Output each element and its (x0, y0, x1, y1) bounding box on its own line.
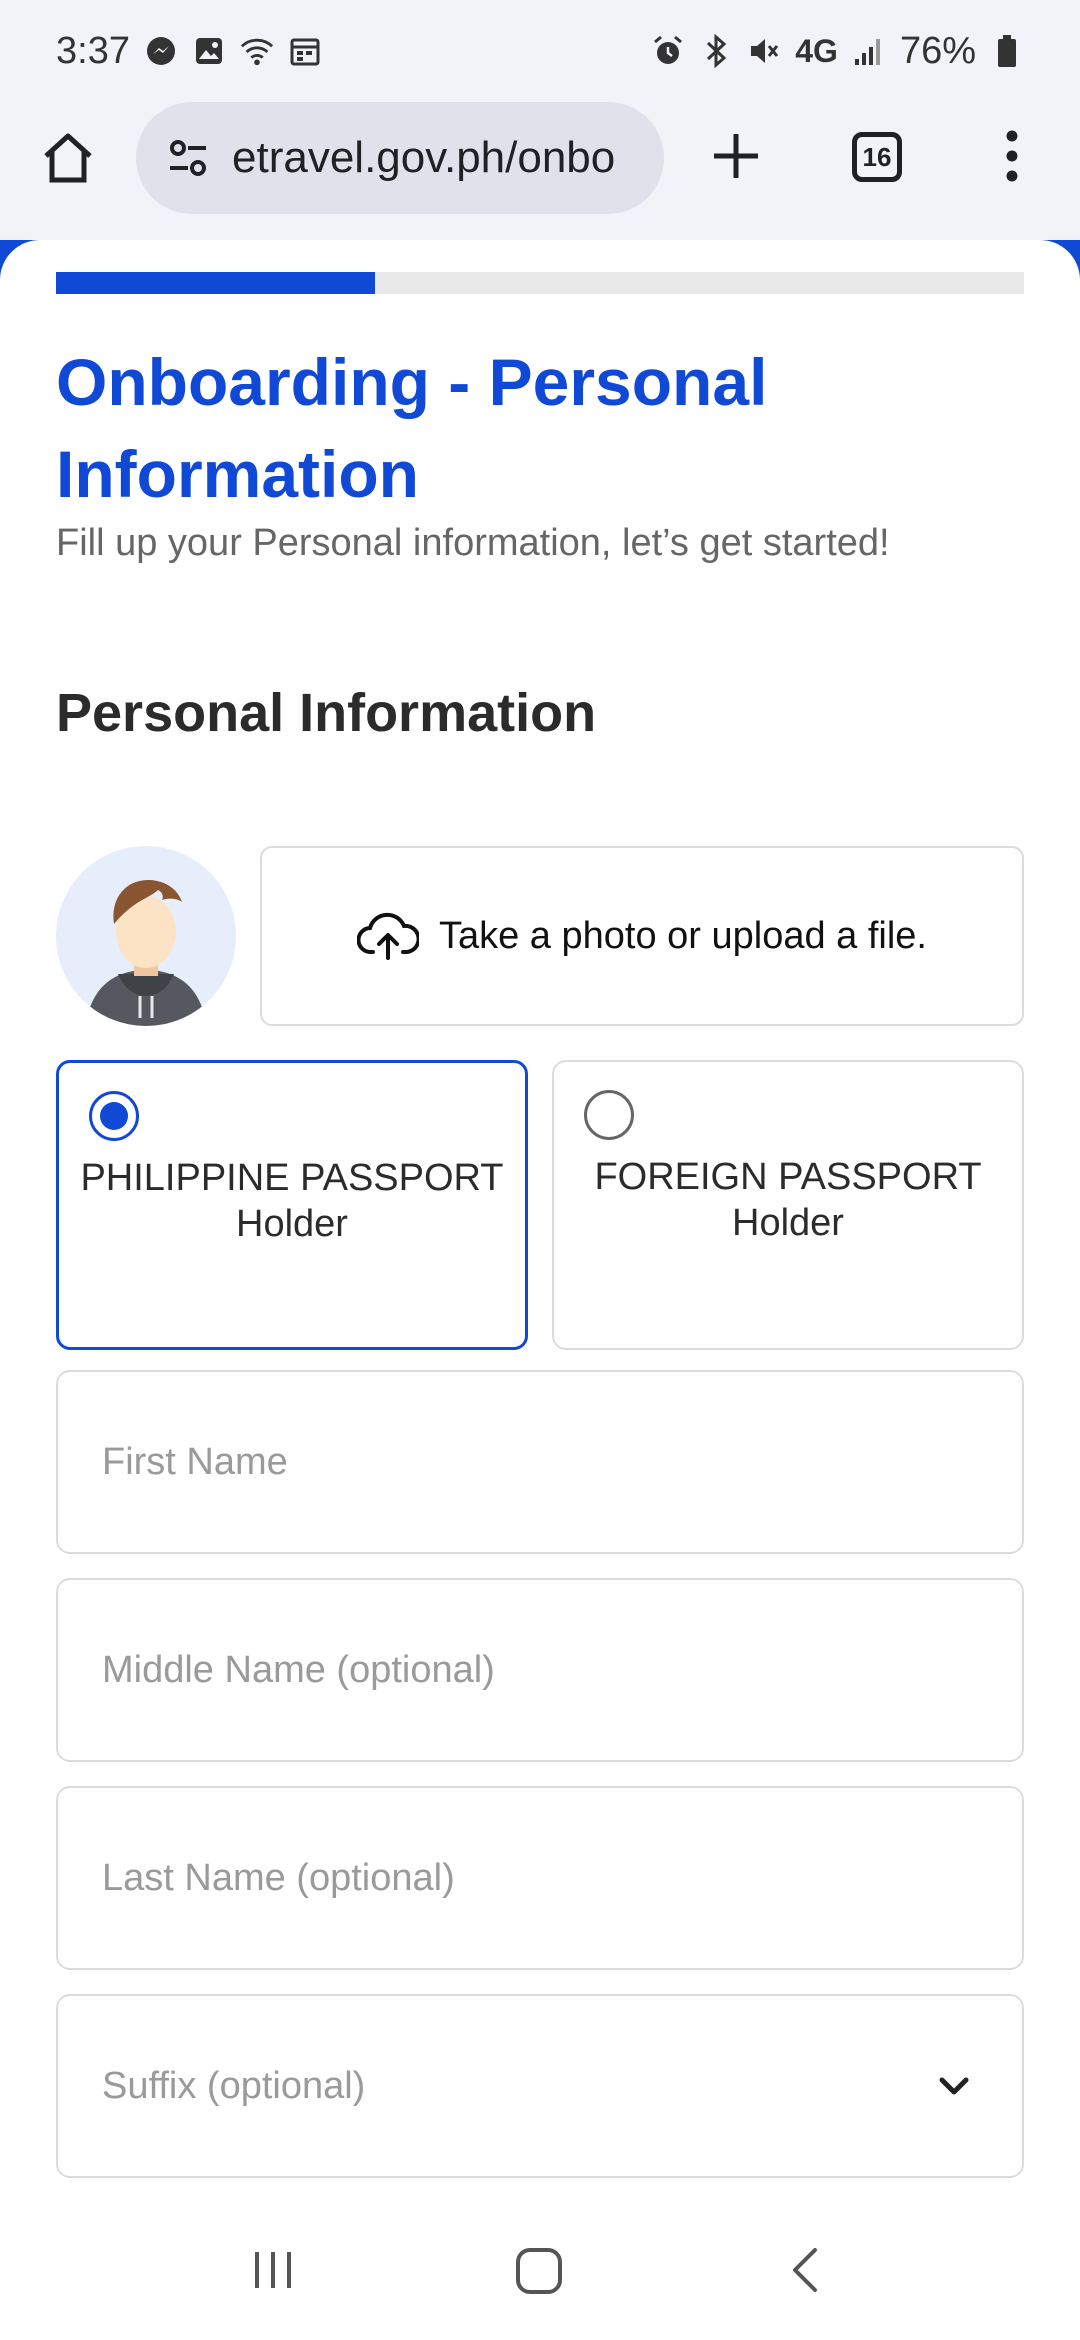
messenger-icon (144, 34, 178, 68)
plus-icon[interactable] (704, 124, 768, 188)
last-name-input[interactable] (102, 1856, 922, 1900)
back-icon[interactable] (767, 2230, 847, 2310)
calendar-icon (288, 34, 322, 68)
first-name-field[interactable] (56, 1370, 1024, 1554)
suffix-placeholder: Suffix (optional) (102, 2064, 366, 2107)
upload-label: Take a photo or upload a file. (438, 914, 927, 957)
page-title: Onboarding - Personal Information (56, 345, 768, 511)
battery-icon (990, 34, 1024, 68)
home-nav-icon[interactable] (500, 2230, 580, 2310)
tune-icon[interactable] (164, 134, 212, 182)
alarm-icon (651, 34, 685, 68)
progress-fill (56, 272, 376, 294)
middle-name-field[interactable] (56, 1578, 1024, 1762)
wifi-icon (240, 34, 274, 68)
browser-toolbar: etravel.gov.ph/onbo 16 (0, 102, 1080, 240)
avatar[interactable] (56, 846, 236, 1026)
philippine-passport-label: PHILIPPINE PASSPORT Holder (80, 1157, 504, 1245)
bluetooth-icon (699, 34, 733, 68)
tab-switcher-button[interactable]: 16 (852, 132, 902, 182)
radio-unselected-icon[interactable] (584, 1090, 634, 1140)
philippine-passport-option[interactable]: PHILIPPINE PASSPORT Holder (56, 1060, 528, 1350)
status-right: 4G 76% (651, 30, 1024, 73)
battery-percent: 76% (899, 29, 976, 72)
onboarding-content: Onboarding - Personal Information Fill u… (0, 240, 1080, 2200)
section-title: Personal Information (56, 683, 597, 743)
photo-upload-button[interactable]: Take a photo or upload a file. (260, 846, 1024, 1026)
address-bar[interactable]: etravel.gov.ph/onbo (136, 102, 664, 214)
avatar-placeholder-icon (56, 846, 236, 1026)
more-vert-icon[interactable] (990, 124, 1034, 188)
middle-name-input[interactable] (102, 1648, 922, 1692)
cloud-upload-icon (356, 910, 421, 962)
progress-bar (56, 272, 1024, 294)
suffix-select[interactable]: Suffix (optional) (56, 1994, 1024, 2178)
system-nav-bar (0, 2200, 1080, 2340)
network-type: 4G (795, 32, 838, 69)
mute-icon (747, 34, 781, 68)
signal-icon (852, 34, 886, 68)
first-name-input[interactable] (102, 1440, 922, 1484)
gallery-icon (192, 34, 226, 68)
foreign-passport-option[interactable]: FOREIGN PASSPORT Holder (552, 1060, 1024, 1350)
foreign-passport-label: FOREIGN PASSPORT Holder (594, 1156, 982, 1244)
recents-icon[interactable] (233, 2230, 313, 2310)
home-icon[interactable] (36, 126, 100, 190)
last-name-field[interactable] (56, 1786, 1024, 1970)
page-subtitle: Fill up your Personal information, let’s… (56, 522, 890, 564)
status-time: 3:37 (56, 29, 130, 72)
radio-selected-icon[interactable] (89, 1091, 139, 1141)
url-text: etravel.gov.ph/onbo (232, 133, 616, 182)
status-bar: 3:37 4G 76% (0, 0, 1080, 102)
status-left: 3:37 (56, 30, 322, 73)
chevron-down-icon[interactable] (934, 2066, 974, 2106)
